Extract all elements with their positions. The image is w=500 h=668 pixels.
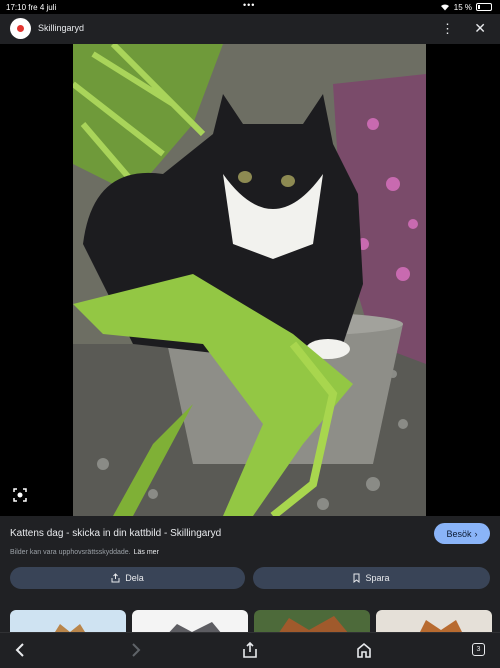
forward-icon[interactable] xyxy=(126,641,144,659)
bookmark-icon xyxy=(353,573,360,583)
multitask-dots[interactable]: ••• xyxy=(243,0,255,10)
related-image-thumbnail[interactable] xyxy=(254,610,370,632)
copyright-text: Bilder kan vara upphovsrättsskyddade. xyxy=(10,549,131,556)
image-title[interactable]: Kattens dag - skicka in din kattbild - S… xyxy=(10,528,221,539)
share-icon xyxy=(111,573,120,583)
cat-photo[interactable] xyxy=(73,44,426,516)
status-right: 15 % xyxy=(440,3,492,12)
related-image-thumbnail[interactable] xyxy=(10,610,126,632)
more-options-icon[interactable]: ⋮ xyxy=(441,20,454,38)
viewer-header: Skillingaryd ⋮ ✕ xyxy=(0,14,500,44)
save-button[interactable]: Spara xyxy=(253,567,490,589)
share-label: Dela xyxy=(125,573,144,583)
copyright-notice: Bilder kan vara upphovsrättsskyddade. Läs… xyxy=(10,549,159,556)
share-button[interactable]: Dela xyxy=(10,567,245,589)
battery-icon xyxy=(476,3,492,11)
visit-label: Besök xyxy=(446,528,472,539)
related-image-thumbnail[interactable] xyxy=(376,610,492,632)
image-viewer xyxy=(0,44,500,516)
save-label: Spara xyxy=(365,573,390,583)
status-bar: 17:10 fre 4 juli ••• 15 % xyxy=(0,0,500,14)
related-image-thumbnail[interactable] xyxy=(132,610,248,632)
learn-more-link[interactable]: Läs mer xyxy=(134,549,159,556)
wifi-icon xyxy=(440,4,449,11)
browser-toolbar: 3 xyxy=(0,632,500,668)
image-info-panel: Kattens dag - skicka in din kattbild - S… xyxy=(0,516,500,600)
visit-button[interactable]: Besök › xyxy=(434,523,490,544)
lens-search-icon[interactable] xyxy=(12,487,28,503)
site-logo-icon xyxy=(10,18,31,39)
tabs-count-icon[interactable]: 3 xyxy=(472,643,485,656)
status-time: 17:10 fre 4 juli xyxy=(6,2,57,12)
back-icon[interactable] xyxy=(12,641,30,659)
related-images-strip xyxy=(0,600,500,632)
chevron-right-icon: › xyxy=(474,528,478,539)
home-icon[interactable] xyxy=(355,641,373,659)
close-icon[interactable]: ✕ xyxy=(474,19,486,37)
battery-percent: 15 % xyxy=(453,2,472,12)
share-icon[interactable] xyxy=(241,641,259,659)
site-name[interactable]: Skillingaryd xyxy=(38,23,84,33)
